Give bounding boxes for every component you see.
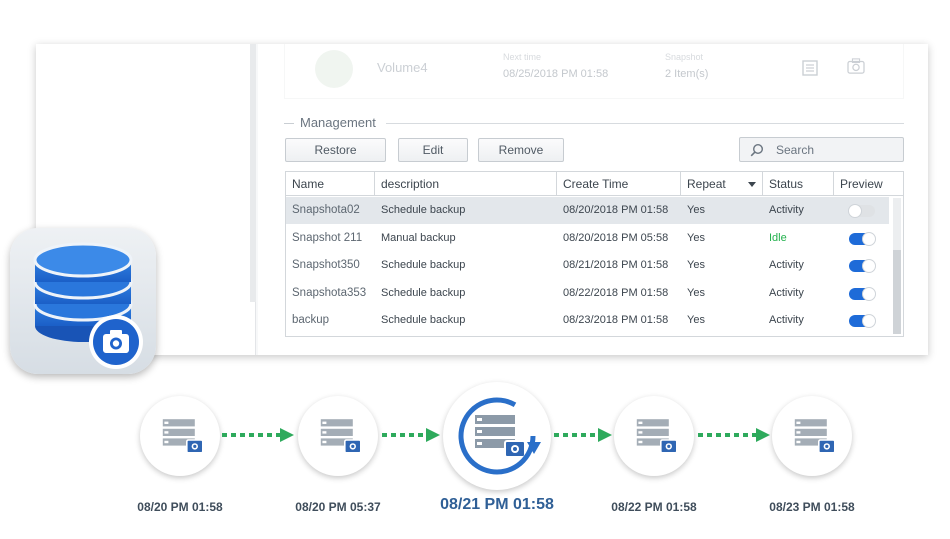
restore-button[interactable]: Restore [285,138,386,162]
preview-toggle[interactable] [848,204,875,218]
cell-status: Activity [769,314,804,326]
section-divider [386,123,904,124]
next-time-value: 08/25/2018 PM 01:58 [503,68,609,80]
dotted-arrow-icon [222,428,294,442]
cell-status: Idle [769,231,787,244]
cell-create-time: 08/21/2018 PM 01:58 [563,259,669,271]
timeline-node[interactable] [140,396,220,476]
toggle-knob [862,286,876,301]
server-camera-icon [794,419,836,454]
timeline-label: 08/22 PM 01:58 [611,500,697,514]
cell-status: Activity [769,286,804,299]
sync-ring-icon [458,397,541,475]
dotted-arrow-icon [554,428,612,442]
column-header-repeat-label: Repeat [687,177,726,191]
table-scrollbar-thumb[interactable] [893,250,901,334]
cell-description: Schedule backup [381,314,466,326]
timeline-label: 08/20 PM 01:58 [137,500,223,514]
timeline-label: 08/23 PM 01:58 [769,500,855,514]
cell-name: backup [292,314,330,326]
timeline-node-active[interactable] [443,382,551,490]
cell-name: Snapshota02 [292,204,360,216]
cell-status: Activity [769,259,804,271]
cell-repeat: Yes [687,259,705,271]
toggle-knob [862,231,876,246]
cell-status: Activity [769,204,804,216]
timeline-node[interactable] [298,396,378,476]
cell-description: Schedule backup [381,204,466,216]
toggle-knob [862,314,876,328]
volume-name: Volume4 [377,60,428,75]
preview-toggle[interactable] [849,231,876,246]
section-title: Management [300,115,376,130]
cell-repeat: Yes [687,231,705,244]
timeline-label: 08/20 PM 05:37 [295,500,381,514]
volume-row[interactable]: Volume4 Next time 08/25/2018 PM 01:58 Sn… [284,44,904,99]
cell-name: Snapshot350 [292,259,360,271]
preview-toggle[interactable] [849,286,876,301]
snapshot-table: Name description Create Time Repeat Stat… [285,171,904,337]
edit-button[interactable]: Edit [398,138,468,162]
next-time-label: Next time [503,52,542,62]
search-placeholder: Search [776,143,815,157]
volume-status-icon [315,50,353,88]
cell-description: Schedule backup [381,259,466,271]
server-camera-icon [636,419,678,454]
main-content: Volume4 Next time 08/25/2018 PM 01:58 Sn… [258,44,928,355]
snapshot-count-label: Snapshot [665,52,704,62]
column-header-description[interactable]: description [375,172,557,196]
snapshot-manager-window: Volume4 Next time 08/25/2018 PM 01:58 Sn… [36,44,928,355]
cell-repeat: Yes [687,204,705,216]
timeline-node[interactable] [614,396,694,476]
server-camera-icon [320,419,362,454]
table-row[interactable]: Snapshota02 Schedule backup 08/20/2018 PM … [286,197,889,224]
cell-name: Snapshota353 [292,286,367,299]
toggle-knob [862,259,876,273]
table-row[interactable]: Snapshot 211 Manual backup 08/20/2018 PM 0… [286,225,889,252]
cell-create-time: 08/22/2018 PM 01:58 [563,286,669,299]
column-header-preview[interactable]: Preview [834,172,903,196]
column-header-repeat[interactable]: Repeat [681,172,763,196]
search-icon [750,143,764,157]
section-divider-left [284,123,294,124]
database-camera-icon [10,228,156,374]
timeline-node[interactable] [772,396,852,476]
toggle-knob [848,204,862,218]
table-row[interactable]: backup Schedule backup 08/23/2018 PM 01:58… [286,307,889,334]
preview-toggle[interactable] [849,314,876,328]
timeline-label: 08/21 PM 01:58 [440,496,554,513]
preview-toggle[interactable] [849,259,876,273]
sidebar-scrollbar[interactable] [250,44,256,302]
cell-create-time: 08/20/2018 PM 05:58 [563,231,669,244]
dotted-arrow-icon [698,428,770,442]
screenshot-stage: Volume4 Next time 08/25/2018 PM 01:58 Sn… [0,0,950,539]
camera-icon[interactable] [847,58,865,74]
column-header-create-time[interactable]: Create Time [557,172,681,196]
cell-repeat: Yes [687,314,705,326]
cell-name: Snapshot 211 [292,231,363,244]
server-camera-icon [162,419,204,454]
remove-button[interactable]: Remove [478,138,564,162]
snapshot-count-value: 2 Item(s) [665,68,709,80]
table-header: Name description Create Time Repeat Stat… [286,172,903,196]
cell-create-time: 08/20/2018 PM 01:58 [563,204,669,216]
cell-description: Schedule backup [381,286,466,299]
dotted-arrow-icon [382,428,440,442]
list-icon[interactable] [801,60,819,76]
cell-repeat: Yes [687,286,705,299]
search-input[interactable]: Search [739,137,904,162]
sort-down-icon[interactable] [748,182,756,187]
column-header-status[interactable]: Status [763,172,834,196]
cell-description: Manual backup [381,231,456,244]
column-header-name[interactable]: Name [286,172,375,196]
table-row[interactable]: Snapshota353 Schedule backup 08/22/2018 PM… [286,280,889,307]
cell-create-time: 08/23/2018 PM 01:58 [563,314,669,326]
table-row[interactable]: Snapshot350 Schedule backup 08/21/2018 PM … [286,252,889,279]
